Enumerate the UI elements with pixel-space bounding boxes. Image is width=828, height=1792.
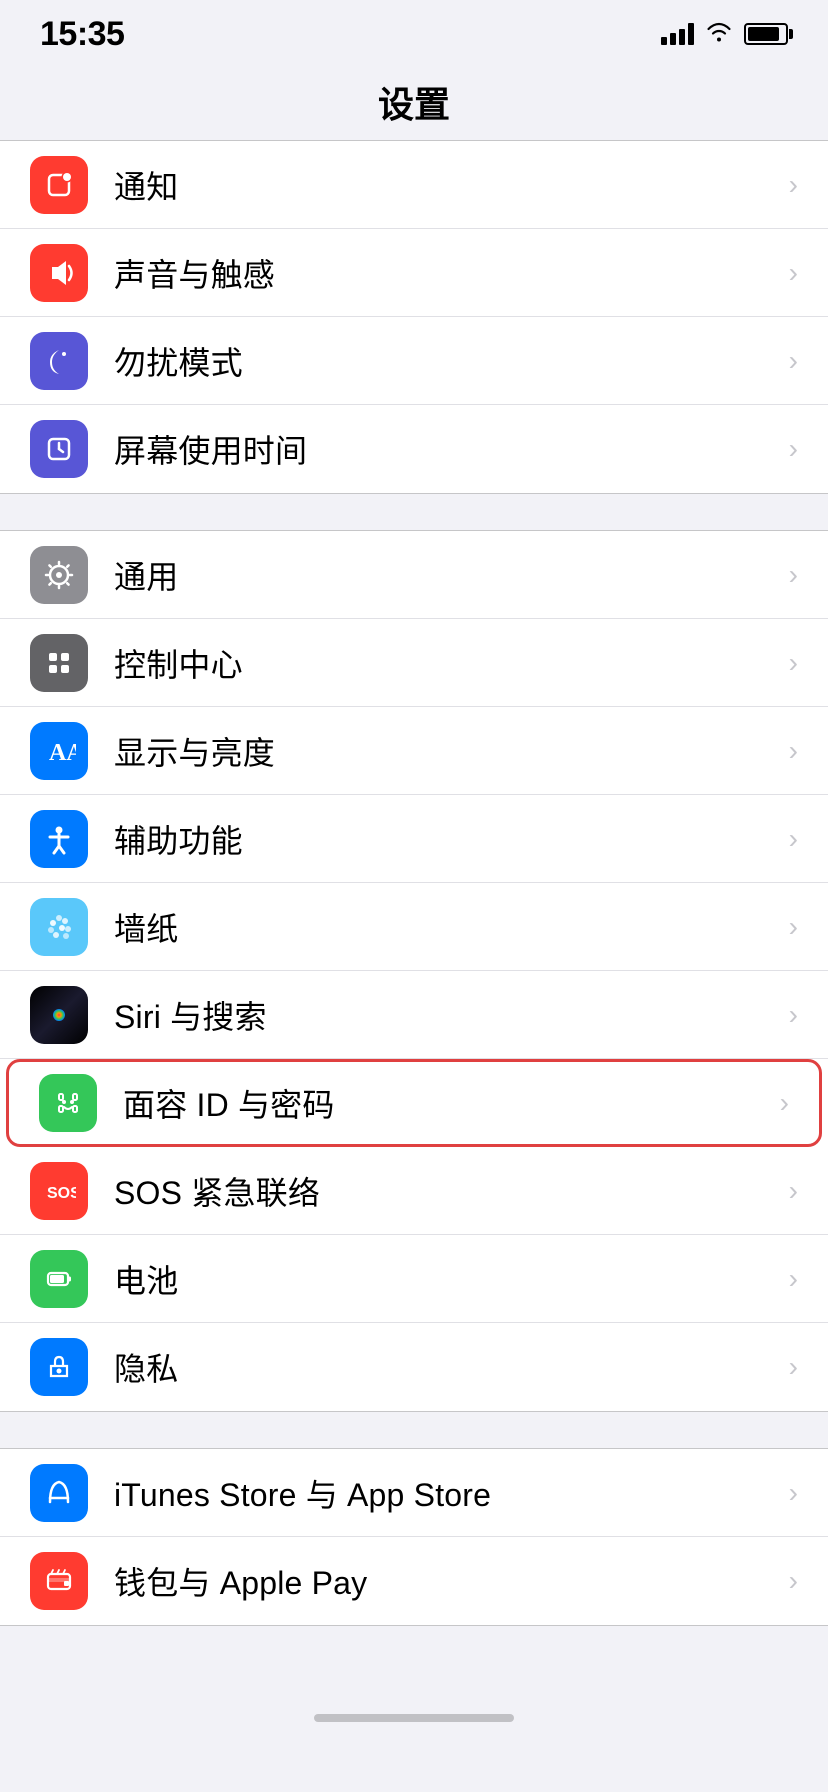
settings-item-notifications[interactable]: 通知 › — [0, 141, 828, 229]
status-icons — [661, 20, 788, 48]
faceid-icon — [39, 1074, 97, 1132]
privacy-label: 隐私 — [114, 1344, 779, 1390]
screentime-label: 屏幕使用时间 — [114, 426, 779, 472]
settings-item-general[interactable]: 通用 › — [0, 531, 828, 619]
notifications-label: 通知 — [114, 162, 779, 208]
siri-icon — [30, 986, 88, 1044]
wallet-chevron: › — [789, 1565, 798, 1597]
battery-icon — [744, 23, 788, 45]
wallpaper-label: 墙纸 — [114, 904, 779, 950]
siri-label: Siri 与搜索 — [114, 992, 779, 1038]
sos-label: SOS 紧急联络 — [114, 1168, 779, 1214]
dnd-chevron: › — [789, 345, 798, 377]
settings-section-1: 通知 › 声音与触感 › 勿扰模式 › — [0, 140, 828, 494]
settings-section-3: iTunes Store 与 App Store › 钱包与 Apple Pay… — [0, 1448, 828, 1626]
settings-item-faceid[interactable]: 面容 ID 与密码 › — [6, 1059, 822, 1147]
wallpaper-icon — [30, 898, 88, 956]
itunes-icon — [30, 1464, 88, 1522]
screentime-icon — [30, 420, 88, 478]
accessibility-chevron: › — [789, 823, 798, 855]
notifications-icon — [30, 156, 88, 214]
wallpaper-chevron: › — [789, 911, 798, 943]
notifications-chevron: › — [789, 169, 798, 201]
svg-text:SOS: SOS — [47, 1185, 76, 1202]
battery-label: 电池 — [114, 1256, 779, 1302]
itunes-chevron: › — [789, 1477, 798, 1509]
sound-label: 声音与触感 — [114, 250, 779, 296]
settings-item-controlcenter[interactable]: 控制中心 › — [0, 619, 828, 707]
settings-item-itunes[interactable]: iTunes Store 与 App Store › — [0, 1449, 828, 1537]
controlcenter-chevron: › — [789, 647, 798, 679]
section-gap-1 — [0, 494, 828, 530]
settings-item-dnd[interactable]: 勿扰模式 › — [0, 317, 828, 405]
accessibility-label: 辅助功能 — [114, 816, 779, 862]
settings-item-display[interactable]: AA 显示与亮度 › — [0, 707, 828, 795]
faceid-chevron: › — [780, 1087, 789, 1119]
privacy-chevron: › — [789, 1351, 798, 1383]
status-bar: 15:35 — [0, 0, 828, 60]
settings-item-wallpaper[interactable]: 墙纸 › — [0, 883, 828, 971]
settings-item-siri[interactable]: Siri 与搜索 › — [0, 971, 828, 1059]
controlcenter-label: 控制中心 — [114, 640, 779, 686]
sound-chevron: › — [789, 257, 798, 289]
status-time: 15:35 — [40, 15, 124, 54]
accessibility-icon — [30, 810, 88, 868]
sos-icon: SOS — [30, 1162, 88, 1220]
privacy-icon — [30, 1338, 88, 1396]
settings-item-sound[interactable]: 声音与触感 › — [0, 229, 828, 317]
settings-item-battery[interactable]: 电池 › — [0, 1235, 828, 1323]
signal-icon — [661, 23, 694, 45]
settings-item-privacy[interactable]: 隐私 › — [0, 1323, 828, 1411]
settings-item-accessibility[interactable]: 辅助功能 › — [0, 795, 828, 883]
general-label: 通用 — [114, 552, 779, 598]
settings-item-screentime[interactable]: 屏幕使用时间 › — [0, 405, 828, 493]
battery-chevron: › — [789, 1263, 798, 1295]
general-chevron: › — [789, 559, 798, 591]
wifi-icon — [706, 20, 732, 48]
display-label: 显示与亮度 — [114, 728, 779, 774]
display-icon: AA — [30, 722, 88, 780]
battery-settings-icon — [30, 1250, 88, 1308]
screentime-chevron: › — [789, 433, 798, 465]
wallet-label: 钱包与 Apple Pay — [114, 1558, 779, 1604]
dnd-icon — [30, 332, 88, 390]
dnd-label: 勿扰模式 — [114, 338, 779, 384]
svg-text:AA: AA — [49, 740, 76, 766]
display-chevron: › — [789, 735, 798, 767]
bottom-padding — [0, 1626, 828, 1686]
page-title: 设置 — [0, 60, 828, 140]
faceid-label: 面容 ID 与密码 — [123, 1080, 770, 1126]
home-bar — [314, 1714, 514, 1722]
sos-chevron: › — [789, 1175, 798, 1207]
general-icon — [30, 546, 88, 604]
settings-item-wallet[interactable]: 钱包与 Apple Pay › — [0, 1537, 828, 1625]
itunes-label: iTunes Store 与 App Store — [114, 1470, 779, 1516]
section-gap-2 — [0, 1412, 828, 1448]
settings-section-2: 通用 › 控制中心 › AA 显示与亮度 › — [0, 530, 828, 1412]
siri-chevron: › — [789, 999, 798, 1031]
sound-icon — [30, 244, 88, 302]
wallet-icon — [30, 1552, 88, 1610]
settings-item-sos[interactable]: SOS SOS 紧急联络 › — [0, 1147, 828, 1235]
controlcenter-icon — [30, 634, 88, 692]
home-indicator — [0, 1686, 828, 1736]
